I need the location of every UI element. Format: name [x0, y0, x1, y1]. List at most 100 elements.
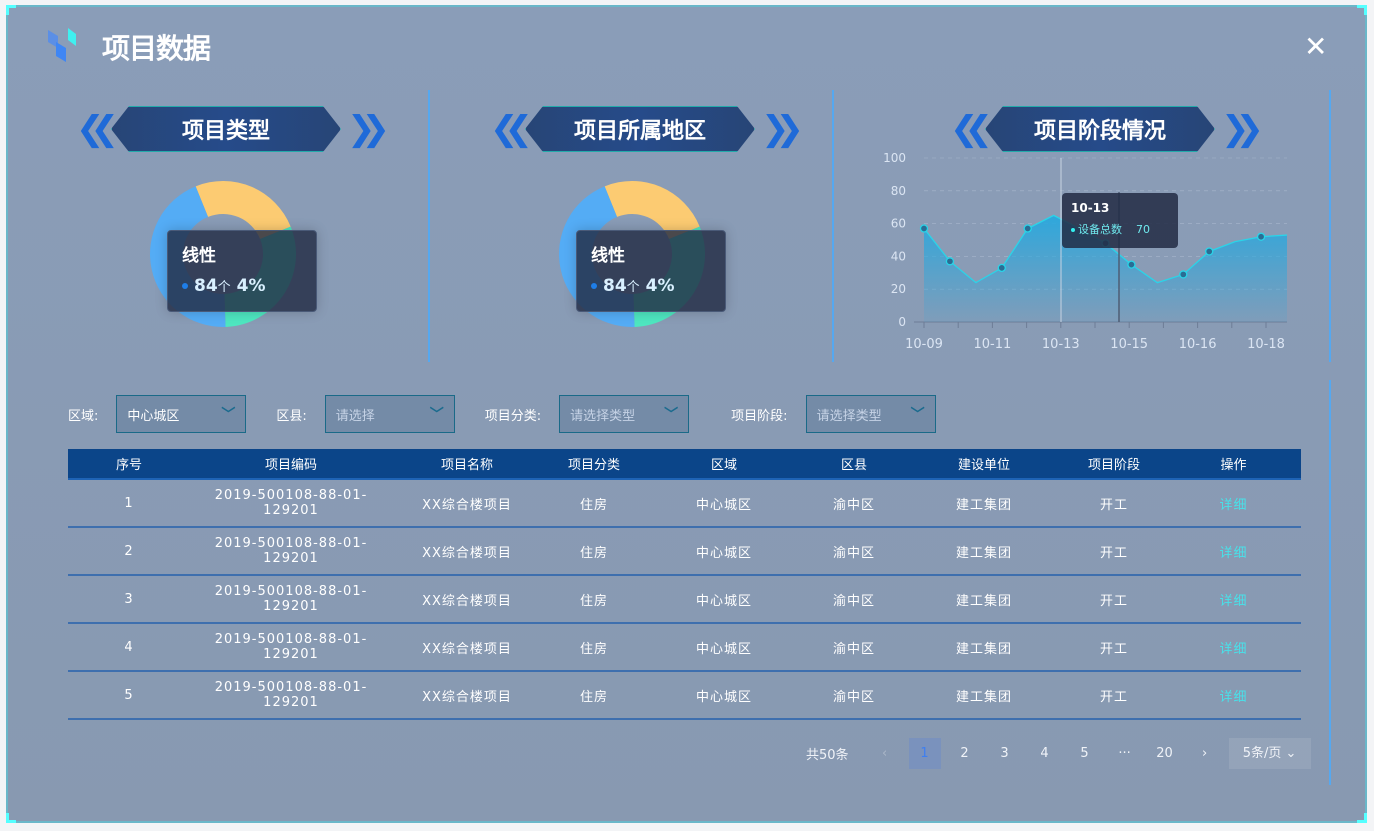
- chart-tooltip-series: 设备总数: [1078, 223, 1122, 236]
- table-cell: 3: [68, 575, 190, 624]
- y-tick-label: 60: [891, 217, 906, 231]
- table-cell: 中心城区: [646, 575, 802, 624]
- page-button[interactable]: 2: [949, 738, 981, 769]
- table-cell: 渝中区: [802, 575, 906, 624]
- column-header: 项目阶段: [1062, 449, 1166, 480]
- column-header: 序号: [68, 449, 190, 480]
- detail-link[interactable]: 详细: [1166, 623, 1301, 672]
- y-tick-label: 20: [891, 282, 906, 296]
- detail-link[interactable]: 详细: [1166, 575, 1301, 624]
- table-cell: 渝中区: [802, 623, 906, 672]
- category-select[interactable]: 请选择类型 ﹀: [559, 395, 690, 433]
- tooltip-percent: 4%: [645, 276, 675, 296]
- detail-link[interactable]: 详细: [1166, 671, 1301, 720]
- district-select[interactable]: 请选择 ﹀: [324, 395, 455, 433]
- legend-dot-icon: [591, 283, 597, 289]
- pagination: 共50条 ‹ 1 2 3 4 5 ··· 20 › 5条/页 ⌄: [806, 738, 1311, 769]
- y-tick-label: 0: [898, 315, 906, 329]
- project-table: 序号 项目编码 项目名称 项目分类 区域 区县 建设单位 项目阶段 操作 1 2019-50010…: [68, 449, 1301, 720]
- data-point[interactable]: [1179, 270, 1188, 279]
- x-tick-label: 10-15: [1110, 337, 1148, 352]
- table-cell: 渝中区: [802, 671, 906, 720]
- data-point[interactable]: [945, 257, 955, 266]
- y-tick-label: 80: [891, 184, 906, 198]
- legend-dot-icon: [182, 283, 188, 289]
- stage-select[interactable]: 请选择类型 ﹀: [805, 395, 936, 433]
- tooltip-unit: 个: [217, 280, 231, 295]
- close-icon[interactable]: ✕: [1304, 30, 1327, 63]
- table-cell: 渝中区: [802, 527, 906, 576]
- chevron-right-icon: ❯❯: [761, 109, 804, 149]
- table-cell: 2019-500108-88-01-129201: [190, 623, 392, 672]
- divider: [1329, 90, 1331, 362]
- table-cell: 开工: [1062, 671, 1166, 720]
- page-button[interactable]: 4: [1029, 738, 1061, 769]
- table-cell: 2019-500108-88-01-129201: [190, 479, 392, 528]
- detail-link[interactable]: 详细: [1166, 527, 1301, 576]
- chevron-down-icon: ﹀: [429, 407, 444, 423]
- chart-tooltip-value: 70: [1136, 223, 1150, 236]
- x-tick-label: 10-11: [974, 337, 1012, 352]
- page-size-value: 5条/页: [1242, 746, 1282, 761]
- data-point[interactable]: [1205, 247, 1214, 256]
- more-pages-button[interactable]: ···: [1109, 738, 1141, 769]
- corner-decoration: [1357, 5, 1367, 15]
- table-cell: 住房: [542, 671, 646, 720]
- detail-link[interactable]: 详细: [1166, 479, 1301, 528]
- table-cell: 中心城区: [646, 671, 802, 720]
- table-cell: 2019-500108-88-01-129201: [190, 575, 392, 624]
- table-cell: 住房: [542, 575, 646, 624]
- chevron-left-icon: ❮❮: [490, 109, 533, 149]
- page-button[interactable]: 20: [1149, 738, 1181, 769]
- data-point[interactable]: [997, 263, 1006, 273]
- table-cell: 2019-500108-88-01-129201: [190, 671, 392, 720]
- column-header: 区县: [802, 449, 906, 480]
- page-button[interactable]: 3: [989, 738, 1021, 769]
- table-cell: 开工: [1062, 479, 1166, 528]
- corner-decoration: [1357, 813, 1367, 823]
- x-tick-label: 10-09: [905, 337, 943, 352]
- page-button[interactable]: 1: [908, 738, 941, 769]
- district-select-value: 请选择: [335, 408, 375, 424]
- prev-page-button[interactable]: ‹: [869, 738, 901, 769]
- divider: [832, 90, 834, 362]
- data-point[interactable]: [919, 224, 929, 233]
- table-cell: 开工: [1062, 623, 1166, 672]
- table-cell: XX综合楼项目: [392, 527, 542, 576]
- table-header: 序号 项目编码 项目名称 项目分类 区域 区县 建设单位 项目阶段 操作: [68, 449, 1301, 480]
- filter-label-stage: 项目阶段:: [731, 408, 788, 424]
- table-cell: 建工集团: [906, 623, 1062, 672]
- stage-area-chart[interactable]: 0 20 40 60 80 100 10-09 10-11 10-13 10-15 10-16 10-…: [870, 145, 1300, 360]
- category-select-value: 请选择类型: [570, 408, 636, 424]
- table-cell: 建工集团: [906, 671, 1062, 720]
- area-select[interactable]: 中心城区 ﹀: [116, 395, 247, 433]
- chart-tooltip: 10-13 设备总数 70: [1062, 193, 1178, 248]
- data-point[interactable]: [1127, 260, 1136, 269]
- data-point[interactable]: [1256, 232, 1266, 241]
- filter-bar: 区域: 中心城区 ﹀ 区县: 请选择 ﹀ 项目分类: 请选择类型 ﹀ 项目阶段: 请选…: [68, 395, 966, 433]
- chevron-left-icon: ❮❮: [76, 109, 119, 149]
- panel-header-region: ❮❮ 项目所属地区 ❯❯: [490, 106, 804, 152]
- chevron-down-icon: ﹀: [910, 407, 925, 423]
- chart-tooltip-title: 10-13: [1071, 201, 1110, 215]
- y-tick-label: 100: [883, 151, 906, 165]
- area-select-value: 中心城区: [127, 408, 180, 424]
- chevron-down-icon: ⌄: [1285, 746, 1297, 761]
- corner-decoration: [6, 5, 16, 15]
- table-cell: 渝中区: [802, 479, 906, 528]
- table-row: 2 2019-500108-88-01-129201 XX综合楼项目 住房 中心城区 渝中…: [68, 527, 1301, 576]
- logo-icon: [48, 28, 76, 62]
- column-header: 建设单位: [906, 449, 1062, 480]
- filter-label-category: 项目分类:: [484, 408, 542, 424]
- table-cell: 建工集团: [906, 575, 1062, 624]
- total-count: 共50条: [806, 748, 849, 763]
- x-tick-label: 10-18: [1247, 337, 1285, 352]
- page-button[interactable]: 5: [1069, 738, 1101, 769]
- table-cell: 建工集团: [906, 479, 1062, 528]
- table-cell: 开工: [1062, 575, 1166, 624]
- next-page-button[interactable]: ›: [1189, 738, 1221, 769]
- chevron-down-icon: ﹀: [664, 407, 679, 423]
- data-point[interactable]: [1023, 224, 1032, 233]
- tooltip-count: 84: [194, 276, 218, 296]
- page-size-select[interactable]: 5条/页 ⌄: [1228, 738, 1311, 769]
